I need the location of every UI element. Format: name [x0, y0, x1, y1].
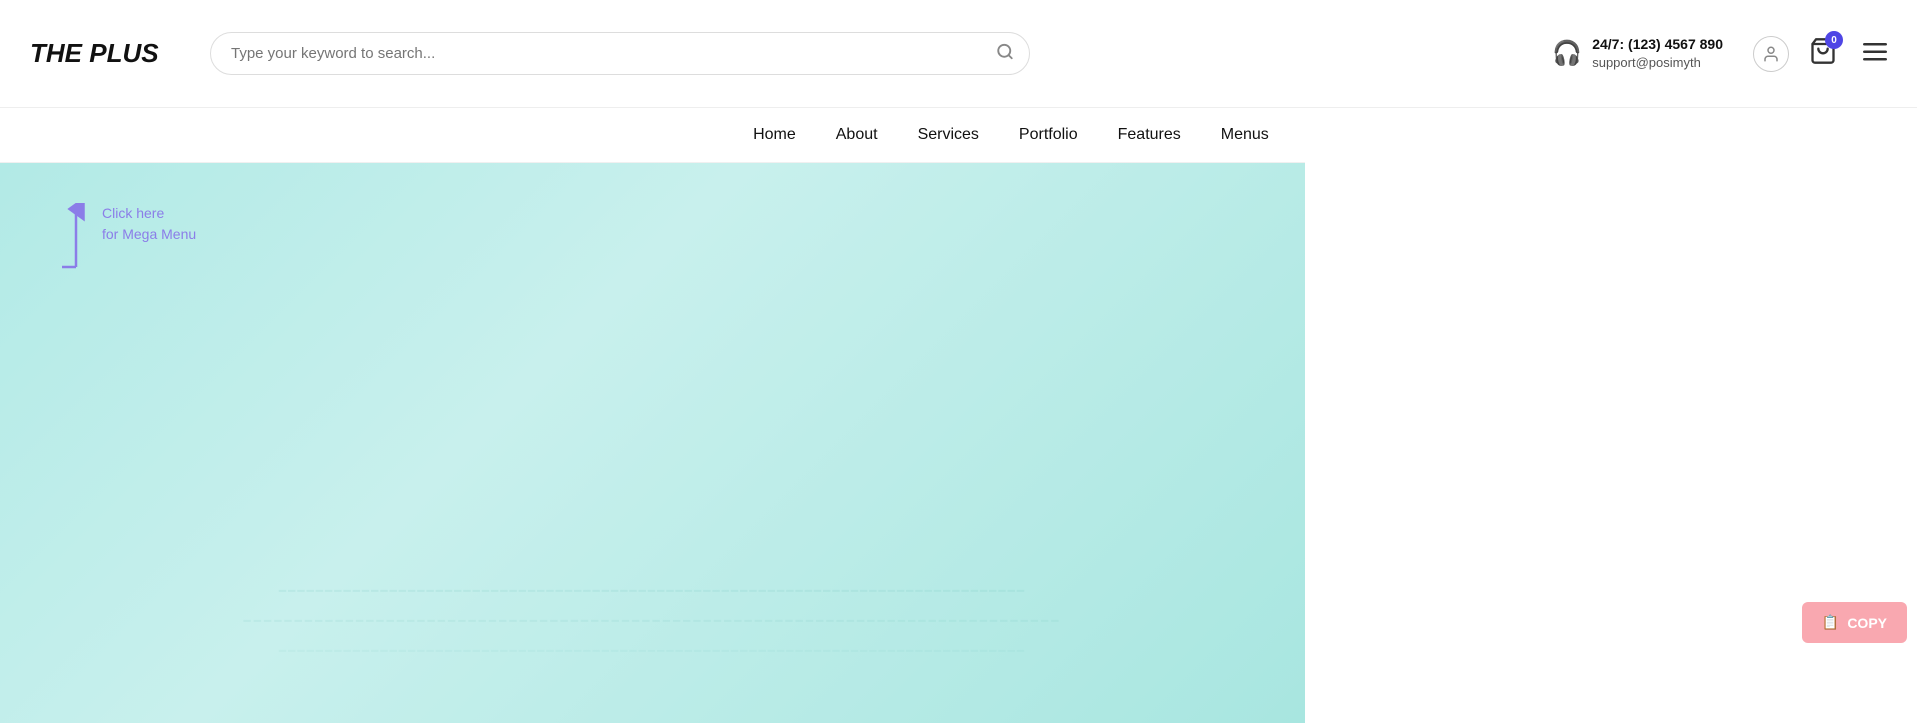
menu-icon — [1863, 43, 1887, 61]
copy-label: COPY — [1847, 615, 1887, 631]
copy-button[interactable]: 📋 COPY — [1802, 602, 1907, 643]
nav-link-features[interactable]: Features — [1118, 126, 1181, 144]
main-teal-area: Click here for Mega Menu ━━━━━━━━━━━━━━━… — [0, 163, 1305, 723]
cart-icon-button[interactable]: 0 — [1809, 37, 1837, 70]
user-icon — [1762, 45, 1780, 63]
main-nav-links: HomeAboutServicesPortfolioFeaturesMenusC… — [753, 126, 1364, 144]
contact-info: 🎧 24/7: (123) 4567 890 support@posimyth — [1552, 35, 1723, 73]
content-area: Click here for Mega Menu ━━━━━━━━━━━━━━━… — [0, 163, 1917, 723]
search-button[interactable] — [996, 42, 1014, 65]
logo: THE PLUS — [30, 38, 190, 69]
search-bar — [210, 32, 1030, 75]
nav-link-about[interactable]: About — [836, 126, 878, 144]
copy-icon: 📋 — [1822, 614, 1839, 631]
background-pattern: ━━━━━━━━━━━━━━━━━━━━━━━━━━━━━━━━━━━━━━━━… — [244, 579, 1062, 663]
header-icons: 0 — [1753, 36, 1887, 72]
arrow-corner-icon — [60, 253, 92, 273]
cart-badge: 0 — [1825, 31, 1843, 49]
search-input[interactable] — [210, 32, 1030, 75]
mega-menu-text: Click here for Mega Menu — [102, 203, 196, 245]
nav-link-services[interactable]: Services — [918, 126, 979, 144]
arrow-up-icon — [60, 203, 92, 257]
nav-link-menus[interactable]: Menus — [1221, 126, 1269, 144]
contact-phone: 24/7: (123) 4567 890 — [1592, 35, 1723, 55]
search-icon — [996, 42, 1014, 60]
contact-text: 24/7: (123) 4567 890 support@posimyth — [1592, 35, 1723, 73]
nav-link-home[interactable]: Home — [753, 126, 796, 144]
hamburger-icon[interactable] — [1863, 41, 1887, 67]
headphone-icon: 🎧 — [1552, 39, 1582, 68]
user-icon-button[interactable] — [1753, 36, 1789, 72]
nav-link-portfolio[interactable]: Portfolio — [1019, 126, 1078, 144]
contact-email: support@posimyth — [1592, 54, 1723, 72]
mega-menu-hint: Click here for Mega Menu — [60, 203, 196, 273]
header: THE PLUS 🎧 24/7: (123) 4567 890 support@… — [0, 0, 1917, 108]
